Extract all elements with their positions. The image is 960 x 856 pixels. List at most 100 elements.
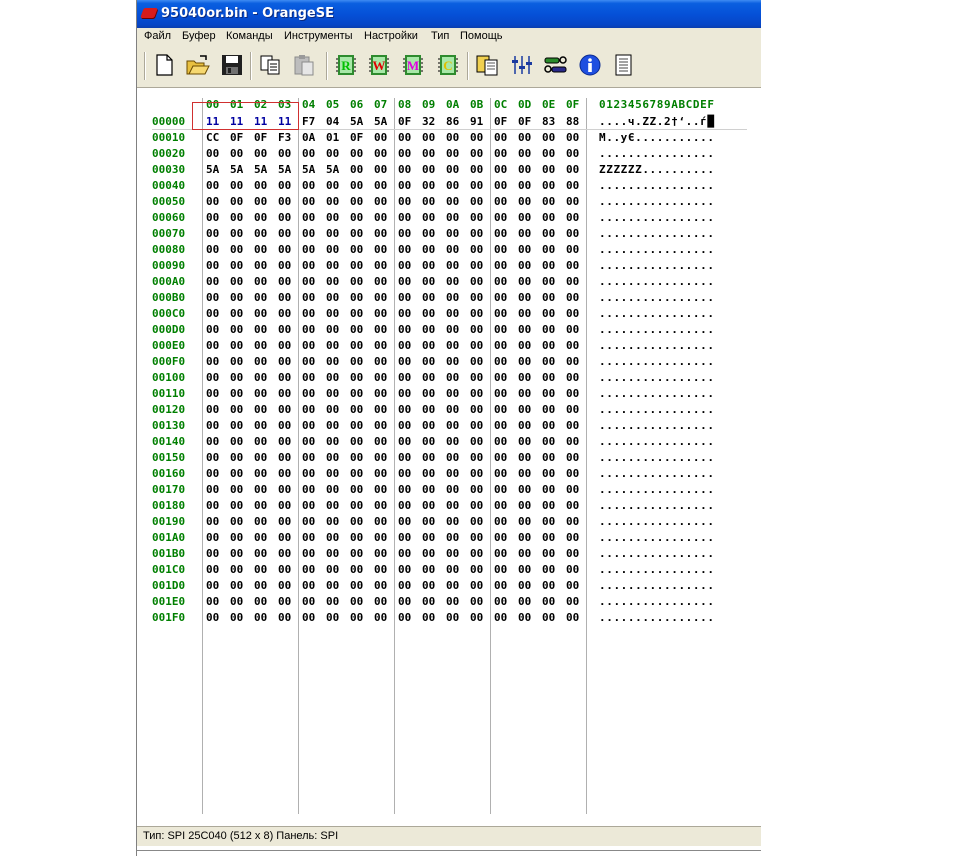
hex-byte[interactable]: 00 (254, 147, 267, 160)
hex-byte[interactable]: 00 (374, 403, 387, 416)
hex-byte[interactable]: 00 (494, 419, 507, 432)
hex-byte[interactable]: 00 (206, 611, 219, 624)
hex-byte[interactable]: 00 (542, 387, 555, 400)
hex-byte[interactable]: 00 (398, 291, 411, 304)
hex-byte[interactable]: 00 (518, 131, 531, 144)
hex-byte[interactable]: 00 (446, 563, 459, 576)
hex-byte[interactable]: 00 (446, 547, 459, 560)
hex-byte[interactable]: 00 (206, 179, 219, 192)
hex-byte[interactable]: 00 (518, 163, 531, 176)
hex-byte[interactable]: 00 (278, 419, 291, 432)
hex-byte[interactable]: 00 (518, 371, 531, 384)
hex-byte[interactable]: 00 (542, 291, 555, 304)
hex-byte[interactable]: 00 (278, 563, 291, 576)
hex-byte[interactable]: 00 (494, 179, 507, 192)
hex-byte[interactable]: 00 (278, 387, 291, 400)
hex-byte[interactable]: 00 (566, 275, 579, 288)
hex-byte[interactable]: 00 (278, 579, 291, 592)
hex-byte[interactable]: 00 (350, 275, 363, 288)
hex-byte[interactable]: 00 (566, 371, 579, 384)
hex-byte[interactable]: 00 (278, 227, 291, 240)
hex-byte[interactable]: 00 (230, 147, 243, 160)
hex-byte[interactable]: 00 (374, 499, 387, 512)
info-button[interactable] (579, 54, 601, 76)
hex-byte[interactable]: 00 (566, 291, 579, 304)
hex-byte[interactable]: 00 (542, 243, 555, 256)
hex-byte[interactable]: 00 (422, 531, 435, 544)
open-button[interactable] (186, 54, 210, 76)
hex-byte[interactable]: 00 (374, 579, 387, 592)
hex-byte[interactable]: 00 (326, 499, 339, 512)
hex-byte[interactable]: 00 (278, 467, 291, 480)
hex-byte[interactable]: 00 (374, 227, 387, 240)
ascii-row[interactable]: ................ (599, 547, 715, 560)
hex-byte[interactable]: 00 (542, 131, 555, 144)
hex-byte[interactable]: 00 (494, 195, 507, 208)
hex-byte[interactable]: 00 (566, 467, 579, 480)
hex-byte[interactable]: 00 (542, 483, 555, 496)
hex-byte[interactable]: 00 (278, 611, 291, 624)
hex-byte[interactable]: 00 (470, 163, 483, 176)
hex-byte[interactable]: 00 (350, 387, 363, 400)
hex-byte[interactable]: 00 (230, 339, 243, 352)
hex-byte[interactable]: 00 (230, 451, 243, 464)
hex-byte[interactable]: 00 (230, 275, 243, 288)
hex-byte[interactable]: 86 (446, 115, 459, 128)
hex-byte[interactable]: 00 (326, 227, 339, 240)
hex-byte[interactable]: 00 (302, 387, 315, 400)
hex-byte[interactable]: 00 (518, 403, 531, 416)
hex-byte[interactable]: 00 (446, 355, 459, 368)
hex-byte[interactable]: 5A (350, 115, 363, 128)
hex-byte[interactable]: 00 (278, 483, 291, 496)
hex-byte[interactable]: 00 (494, 467, 507, 480)
hex-byte[interactable]: 00 (374, 483, 387, 496)
hex-byte[interactable]: 00 (206, 387, 219, 400)
hex-byte[interactable]: 00 (518, 419, 531, 432)
hex-byte[interactable]: 00 (446, 323, 459, 336)
hex-byte[interactable]: 00 (518, 227, 531, 240)
hex-byte[interactable]: 00 (206, 259, 219, 272)
hex-byte[interactable]: 00 (278, 339, 291, 352)
hex-byte[interactable]: 00 (206, 531, 219, 544)
hex-byte[interactable]: 00 (398, 243, 411, 256)
hex-byte[interactable]: 00 (398, 435, 411, 448)
hex-byte[interactable]: 00 (326, 307, 339, 320)
hex-byte[interactable]: 00 (398, 467, 411, 480)
hex-byte[interactable]: 00 (422, 451, 435, 464)
hex-byte[interactable]: 00 (326, 179, 339, 192)
ascii-row[interactable]: ................ (599, 147, 715, 160)
tools-button[interactable] (544, 54, 567, 76)
hex-byte[interactable]: 0F (254, 131, 267, 144)
hex-byte[interactable]: 00 (494, 339, 507, 352)
hex-byte[interactable]: 00 (254, 227, 267, 240)
hex-byte[interactable]: 00 (302, 339, 315, 352)
hex-byte[interactable]: 00 (446, 499, 459, 512)
hex-byte[interactable]: 00 (350, 259, 363, 272)
hex-byte[interactable]: 00 (350, 291, 363, 304)
hex-byte[interactable]: 00 (326, 595, 339, 608)
hex-byte[interactable]: 00 (326, 531, 339, 544)
menu-help[interactable]: Помощь (460, 30, 503, 42)
hex-byte[interactable]: 00 (446, 483, 459, 496)
hex-byte[interactable]: 00 (326, 323, 339, 336)
hex-byte[interactable]: 00 (278, 595, 291, 608)
hex-byte[interactable]: 00 (302, 243, 315, 256)
hex-byte[interactable]: 00 (374, 611, 387, 624)
hex-byte[interactable]: 00 (446, 451, 459, 464)
hex-byte[interactable]: 00 (230, 227, 243, 240)
hex-byte[interactable]: 00 (422, 499, 435, 512)
hex-byte[interactable]: 00 (326, 419, 339, 432)
ascii-row[interactable]: ................ (599, 355, 715, 368)
hex-byte[interactable]: 00 (398, 227, 411, 240)
hex-byte[interactable]: 00 (374, 419, 387, 432)
hex-byte[interactable]: 00 (398, 547, 411, 560)
hex-byte[interactable]: 00 (470, 483, 483, 496)
hex-byte[interactable]: 00 (566, 419, 579, 432)
ascii-row[interactable]: ................ (599, 515, 715, 528)
ascii-row[interactable]: ................ (599, 227, 715, 240)
hex-byte[interactable]: 11 (254, 115, 267, 128)
hex-byte[interactable]: 00 (470, 179, 483, 192)
hex-byte[interactable]: 00 (542, 179, 555, 192)
hex-byte[interactable]: 00 (470, 131, 483, 144)
hex-byte[interactable]: 00 (278, 179, 291, 192)
